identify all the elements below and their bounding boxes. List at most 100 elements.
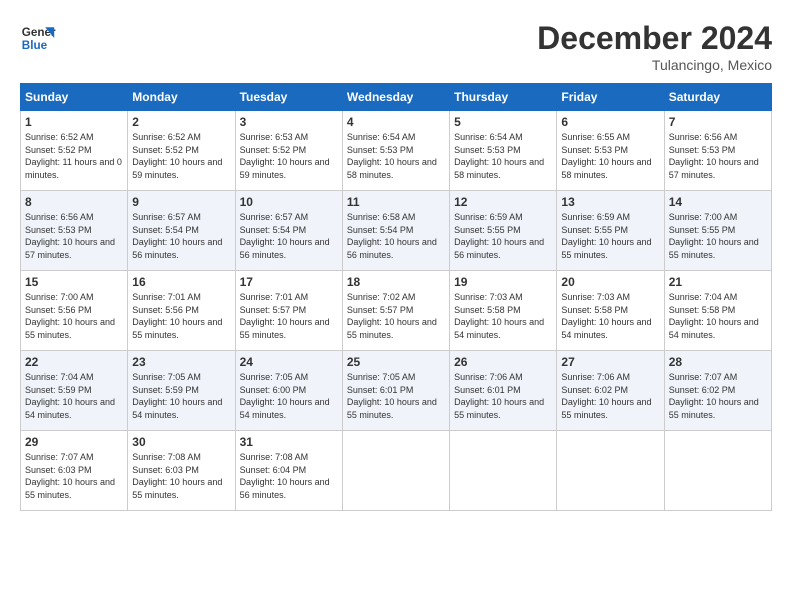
day-number: 11 xyxy=(347,195,445,209)
day-info: Sunrise: 7:07 AMSunset: 6:02 PMDaylight:… xyxy=(669,372,759,420)
cell-wednesday: 25 Sunrise: 7:05 AMSunset: 6:01 PMDaylig… xyxy=(342,351,449,431)
cell-saturday: 14 Sunrise: 7:00 AMSunset: 5:55 PMDaylig… xyxy=(664,191,771,271)
day-number: 20 xyxy=(561,275,659,289)
day-number: 5 xyxy=(454,115,552,129)
cell-friday: 13 Sunrise: 6:59 AMSunset: 5:55 PMDaylig… xyxy=(557,191,664,271)
calendar-week-4: 22 Sunrise: 7:04 AMSunset: 5:59 PMDaylig… xyxy=(21,351,772,431)
cell-monday: 23 Sunrise: 7:05 AMSunset: 5:59 PMDaylig… xyxy=(128,351,235,431)
day-number: 1 xyxy=(25,115,123,129)
cell-saturday xyxy=(664,431,771,511)
day-info: Sunrise: 7:05 AMSunset: 6:00 PMDaylight:… xyxy=(240,372,330,420)
cell-monday: 30 Sunrise: 7:08 AMSunset: 6:03 PMDaylig… xyxy=(128,431,235,511)
day-number: 10 xyxy=(240,195,338,209)
cell-friday: 6 Sunrise: 6:55 AMSunset: 5:53 PMDayligh… xyxy=(557,111,664,191)
day-info: Sunrise: 7:06 AMSunset: 6:02 PMDaylight:… xyxy=(561,372,651,420)
day-info: Sunrise: 6:54 AMSunset: 5:53 PMDaylight:… xyxy=(454,132,544,180)
logo: General Blue xyxy=(20,20,56,56)
cell-sunday: 8 Sunrise: 6:56 AMSunset: 5:53 PMDayligh… xyxy=(21,191,128,271)
day-info: Sunrise: 7:08 AMSunset: 6:04 PMDaylight:… xyxy=(240,452,330,500)
day-info: Sunrise: 7:01 AMSunset: 5:57 PMDaylight:… xyxy=(240,292,330,340)
day-number: 4 xyxy=(347,115,445,129)
day-number: 29 xyxy=(25,435,123,449)
header-row: Sunday Monday Tuesday Wednesday Thursday… xyxy=(21,84,772,111)
day-number: 19 xyxy=(454,275,552,289)
cell-saturday: 7 Sunrise: 6:56 AMSunset: 5:53 PMDayligh… xyxy=(664,111,771,191)
day-info: Sunrise: 7:03 AMSunset: 5:58 PMDaylight:… xyxy=(561,292,651,340)
cell-wednesday xyxy=(342,431,449,511)
day-number: 15 xyxy=(25,275,123,289)
col-saturday: Saturday xyxy=(664,84,771,111)
day-info: Sunrise: 7:07 AMSunset: 6:03 PMDaylight:… xyxy=(25,452,115,500)
cell-sunday: 29 Sunrise: 7:07 AMSunset: 6:03 PMDaylig… xyxy=(21,431,128,511)
day-info: Sunrise: 6:59 AMSunset: 5:55 PMDaylight:… xyxy=(454,212,544,260)
header: General Blue December 2024 Tulancingo, M… xyxy=(20,20,772,73)
day-number: 27 xyxy=(561,355,659,369)
cell-thursday: 19 Sunrise: 7:03 AMSunset: 5:58 PMDaylig… xyxy=(450,271,557,351)
day-info: Sunrise: 6:56 AMSunset: 5:53 PMDaylight:… xyxy=(669,132,759,180)
col-sunday: Sunday xyxy=(21,84,128,111)
day-number: 7 xyxy=(669,115,767,129)
svg-text:Blue: Blue xyxy=(22,39,48,52)
day-number: 26 xyxy=(454,355,552,369)
day-info: Sunrise: 6:58 AMSunset: 5:54 PMDaylight:… xyxy=(347,212,437,260)
day-number: 31 xyxy=(240,435,338,449)
cell-monday: 16 Sunrise: 7:01 AMSunset: 5:56 PMDaylig… xyxy=(128,271,235,351)
calendar-week-5: 29 Sunrise: 7:07 AMSunset: 6:03 PMDaylig… xyxy=(21,431,772,511)
cell-tuesday: 3 Sunrise: 6:53 AMSunset: 5:52 PMDayligh… xyxy=(235,111,342,191)
day-info: Sunrise: 6:52 AMSunset: 5:52 PMDaylight:… xyxy=(25,132,122,180)
day-number: 16 xyxy=(132,275,230,289)
cell-saturday: 28 Sunrise: 7:07 AMSunset: 6:02 PMDaylig… xyxy=(664,351,771,431)
calendar-week-2: 8 Sunrise: 6:56 AMSunset: 5:53 PMDayligh… xyxy=(21,191,772,271)
day-number: 12 xyxy=(454,195,552,209)
cell-tuesday: 24 Sunrise: 7:05 AMSunset: 6:00 PMDaylig… xyxy=(235,351,342,431)
day-number: 2 xyxy=(132,115,230,129)
cell-sunday: 22 Sunrise: 7:04 AMSunset: 5:59 PMDaylig… xyxy=(21,351,128,431)
title-area: December 2024 Tulancingo, Mexico xyxy=(537,20,772,73)
day-info: Sunrise: 7:04 AMSunset: 5:58 PMDaylight:… xyxy=(669,292,759,340)
calendar-table: Sunday Monday Tuesday Wednesday Thursday… xyxy=(20,83,772,511)
cell-tuesday: 31 Sunrise: 7:08 AMSunset: 6:04 PMDaylig… xyxy=(235,431,342,511)
cell-monday: 9 Sunrise: 6:57 AMSunset: 5:54 PMDayligh… xyxy=(128,191,235,271)
cell-tuesday: 10 Sunrise: 6:57 AMSunset: 5:54 PMDaylig… xyxy=(235,191,342,271)
day-info: Sunrise: 6:59 AMSunset: 5:55 PMDaylight:… xyxy=(561,212,651,260)
day-info: Sunrise: 7:05 AMSunset: 5:59 PMDaylight:… xyxy=(132,372,222,420)
col-tuesday: Tuesday xyxy=(235,84,342,111)
day-info: Sunrise: 6:57 AMSunset: 5:54 PMDaylight:… xyxy=(240,212,330,260)
day-info: Sunrise: 6:56 AMSunset: 5:53 PMDaylight:… xyxy=(25,212,115,260)
day-number: 17 xyxy=(240,275,338,289)
cell-wednesday: 4 Sunrise: 6:54 AMSunset: 5:53 PMDayligh… xyxy=(342,111,449,191)
cell-sunday: 1 Sunrise: 6:52 AMSunset: 5:52 PMDayligh… xyxy=(21,111,128,191)
col-friday: Friday xyxy=(557,84,664,111)
cell-sunday: 15 Sunrise: 7:00 AMSunset: 5:56 PMDaylig… xyxy=(21,271,128,351)
day-info: Sunrise: 6:53 AMSunset: 5:52 PMDaylight:… xyxy=(240,132,330,180)
cell-thursday: 26 Sunrise: 7:06 AMSunset: 6:01 PMDaylig… xyxy=(450,351,557,431)
cell-wednesday: 11 Sunrise: 6:58 AMSunset: 5:54 PMDaylig… xyxy=(342,191,449,271)
day-number: 8 xyxy=(25,195,123,209)
day-number: 24 xyxy=(240,355,338,369)
cell-monday: 2 Sunrise: 6:52 AMSunset: 5:52 PMDayligh… xyxy=(128,111,235,191)
day-number: 22 xyxy=(25,355,123,369)
cell-tuesday: 17 Sunrise: 7:01 AMSunset: 5:57 PMDaylig… xyxy=(235,271,342,351)
page-container: General Blue December 2024 Tulancingo, M… xyxy=(20,20,772,511)
calendar-week-3: 15 Sunrise: 7:00 AMSunset: 5:56 PMDaylig… xyxy=(21,271,772,351)
day-number: 9 xyxy=(132,195,230,209)
day-number: 21 xyxy=(669,275,767,289)
day-info: Sunrise: 7:02 AMSunset: 5:57 PMDaylight:… xyxy=(347,292,437,340)
day-info: Sunrise: 7:06 AMSunset: 6:01 PMDaylight:… xyxy=(454,372,544,420)
location-title: Tulancingo, Mexico xyxy=(537,57,772,73)
day-info: Sunrise: 6:55 AMSunset: 5:53 PMDaylight:… xyxy=(561,132,651,180)
day-number: 30 xyxy=(132,435,230,449)
day-info: Sunrise: 6:54 AMSunset: 5:53 PMDaylight:… xyxy=(347,132,437,180)
cell-thursday xyxy=(450,431,557,511)
cell-thursday: 5 Sunrise: 6:54 AMSunset: 5:53 PMDayligh… xyxy=(450,111,557,191)
month-title: December 2024 xyxy=(537,20,772,57)
cell-wednesday: 18 Sunrise: 7:02 AMSunset: 5:57 PMDaylig… xyxy=(342,271,449,351)
day-info: Sunrise: 6:57 AMSunset: 5:54 PMDaylight:… xyxy=(132,212,222,260)
col-wednesday: Wednesday xyxy=(342,84,449,111)
day-number: 14 xyxy=(669,195,767,209)
col-thursday: Thursday xyxy=(450,84,557,111)
cell-friday xyxy=(557,431,664,511)
day-info: Sunrise: 7:04 AMSunset: 5:59 PMDaylight:… xyxy=(25,372,115,420)
day-info: Sunrise: 7:03 AMSunset: 5:58 PMDaylight:… xyxy=(454,292,544,340)
day-info: Sunrise: 7:01 AMSunset: 5:56 PMDaylight:… xyxy=(132,292,222,340)
